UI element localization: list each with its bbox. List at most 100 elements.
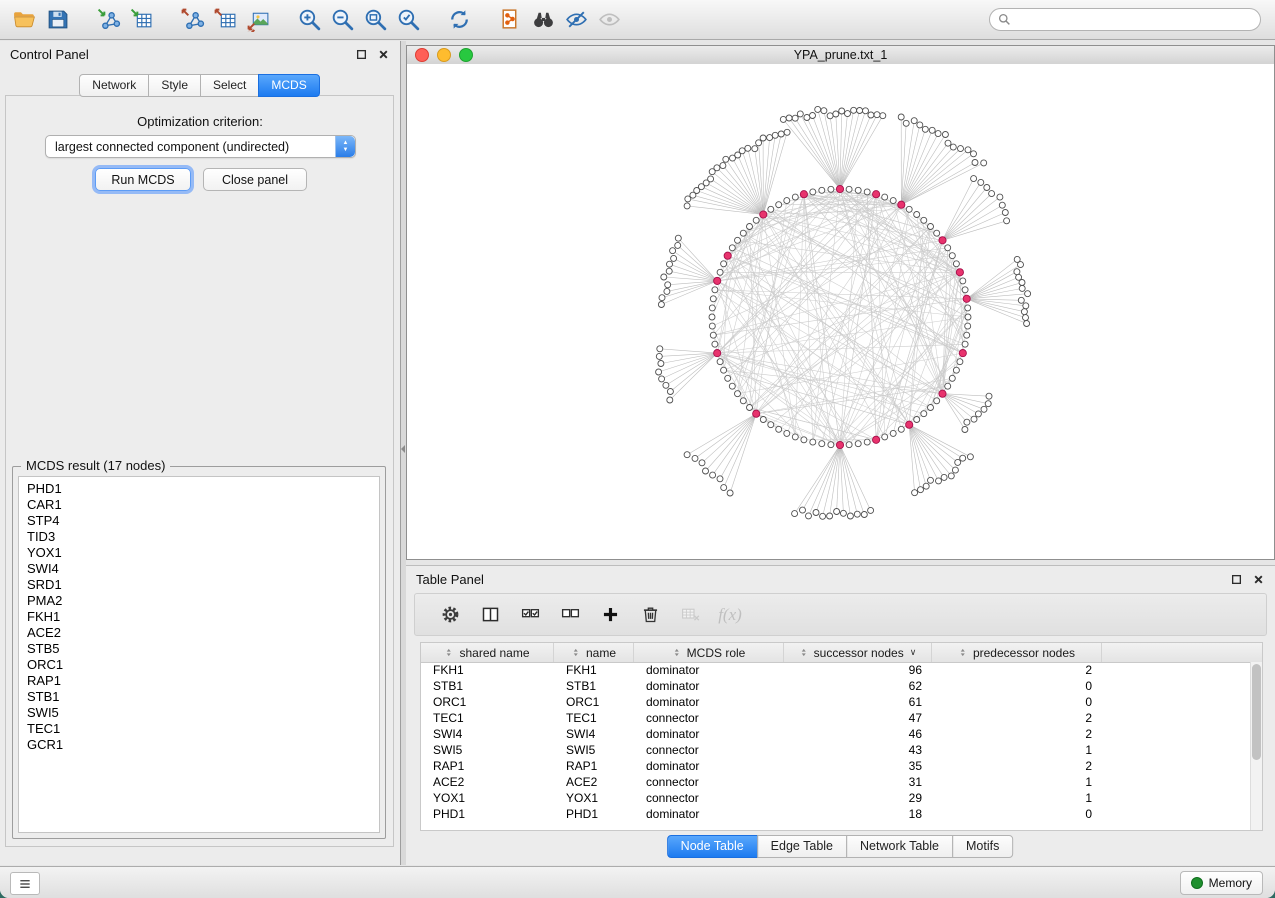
mcds-result-list[interactable]: PHD1CAR1STP4TID3YOX1SWI4SRD1PMA2FKH1ACE2… bbox=[18, 476, 380, 833]
floppy-icon bbox=[45, 7, 70, 32]
mcds-result-item[interactable]: ACE2 bbox=[27, 625, 379, 641]
mcds-result-item[interactable]: ORC1 bbox=[27, 657, 379, 673]
mcds-result-item[interactable]: FKH1 bbox=[27, 609, 379, 625]
export-table-button[interactable] bbox=[209, 4, 242, 35]
toolbar-group bbox=[92, 4, 158, 35]
cell: 1 bbox=[932, 743, 1102, 757]
mcds-result-item[interactable]: SWI4 bbox=[27, 561, 379, 577]
column-header-predecessor-nodes[interactable]: predecessor nodes bbox=[932, 643, 1102, 662]
toggle-annotations-button[interactable] bbox=[560, 4, 593, 35]
deselect-all-columns-button[interactable] bbox=[553, 598, 587, 632]
minimize-window-icon[interactable] bbox=[437, 48, 451, 62]
open-session-button[interactable] bbox=[8, 4, 41, 35]
mcds-result-item[interactable]: SWI5 bbox=[27, 705, 379, 721]
mcds-result-item[interactable]: GCR1 bbox=[27, 737, 379, 753]
cell: 35 bbox=[784, 759, 932, 773]
tab-edge-table[interactable]: Edge Table bbox=[757, 835, 847, 858]
float-table-panel-icon[interactable] bbox=[1229, 572, 1243, 586]
column-header-successor-nodes[interactable]: successor nodes∨ bbox=[784, 643, 932, 662]
zoom-out-icon bbox=[330, 7, 355, 32]
network-from-selection-button[interactable] bbox=[494, 4, 527, 35]
save-session-button[interactable] bbox=[41, 4, 74, 35]
toolbar-group bbox=[494, 4, 626, 35]
table-scrollbar[interactable] bbox=[1250, 662, 1262, 830]
table-row[interactable]: TEC1TEC1connector472 bbox=[421, 710, 1251, 726]
close-panel-icon[interactable] bbox=[376, 47, 390, 61]
table-row[interactable]: YOX1YOX1connector291 bbox=[421, 790, 1251, 806]
close-panel-button[interactable]: Close panel bbox=[203, 168, 307, 191]
network-canvas[interactable] bbox=[407, 64, 1274, 559]
table-settings-button[interactable] bbox=[433, 598, 467, 632]
function-builder-button[interactable]: f(x) bbox=[713, 598, 747, 632]
tab-motifs[interactable]: Motifs bbox=[952, 835, 1013, 858]
show-graphics-details-button[interactable] bbox=[593, 4, 626, 35]
tab-network[interactable]: Network bbox=[79, 74, 149, 97]
control-panel-header: Control Panel bbox=[0, 41, 400, 67]
mcds-result-item[interactable]: PMA2 bbox=[27, 593, 379, 609]
mcds-result-item[interactable]: STB1 bbox=[27, 689, 379, 705]
select-all-columns-button[interactable] bbox=[513, 598, 547, 632]
mcds-result-item[interactable]: SRD1 bbox=[27, 577, 379, 593]
cell: FKH1 bbox=[554, 663, 634, 677]
zoom-selected-button[interactable] bbox=[392, 4, 425, 35]
table-row[interactable]: SWI5SWI5connector431 bbox=[421, 742, 1251, 758]
table-row[interactable]: STB1STB1dominator620 bbox=[421, 678, 1251, 694]
status-menu-button[interactable] bbox=[10, 872, 40, 895]
float-panel-icon[interactable] bbox=[354, 47, 368, 61]
scrollbar-thumb[interactable] bbox=[1252, 664, 1261, 760]
fx-icon: f(x) bbox=[718, 605, 742, 625]
optimization-criterion-dropdown[interactable]: largest connected component (undirected)… bbox=[45, 135, 356, 158]
plus-icon bbox=[600, 604, 621, 625]
column-header-shared-name[interactable]: shared name bbox=[421, 643, 554, 662]
table-row[interactable]: FKH1FKH1dominator962 bbox=[421, 662, 1251, 678]
zoom-out-button[interactable] bbox=[326, 4, 359, 35]
mcds-result-item[interactable]: TEC1 bbox=[27, 721, 379, 737]
control-panel-title: Control Panel bbox=[10, 47, 89, 62]
search-input[interactable] bbox=[1016, 12, 1252, 28]
network-window-titlebar[interactable]: YPA_prune.txt_1 bbox=[407, 46, 1274, 65]
cell: FKH1 bbox=[421, 663, 554, 677]
tab-network-table[interactable]: Network Table bbox=[846, 835, 953, 858]
table-row[interactable]: RAP1RAP1dominator352 bbox=[421, 758, 1251, 774]
close-table-panel-icon[interactable] bbox=[1251, 572, 1265, 586]
mcds-result-item[interactable]: RAP1 bbox=[27, 673, 379, 689]
tab-node-table[interactable]: Node Table bbox=[667, 835, 758, 858]
maximize-window-icon[interactable] bbox=[459, 48, 473, 62]
export-network-button[interactable] bbox=[176, 4, 209, 35]
tab-style[interactable]: Style bbox=[148, 74, 201, 97]
mcds-result-item[interactable]: STB5 bbox=[27, 641, 379, 657]
run-mcds-button[interactable]: Run MCDS bbox=[95, 168, 191, 191]
find-button[interactable] bbox=[527, 4, 560, 35]
table-row[interactable]: PHD1PHD1dominator180 bbox=[421, 806, 1251, 822]
mcds-result-item[interactable]: PHD1 bbox=[27, 481, 379, 497]
mcds-result-item[interactable]: STP4 bbox=[27, 513, 379, 529]
table-row[interactable]: ORC1ORC1dominator610 bbox=[421, 694, 1251, 710]
delete-table-button[interactable] bbox=[673, 598, 707, 632]
cell: connector bbox=[634, 791, 784, 805]
mcds-result-item[interactable]: CAR1 bbox=[27, 497, 379, 513]
network-graph[interactable] bbox=[407, 64, 1274, 559]
memory-button[interactable]: Memory bbox=[1180, 871, 1263, 895]
column-header-name[interactable]: name bbox=[554, 643, 634, 662]
close-window-icon[interactable] bbox=[415, 48, 429, 62]
search-box[interactable] bbox=[989, 8, 1261, 31]
sort-icon bbox=[672, 647, 683, 658]
delete-columns-button[interactable] bbox=[633, 598, 667, 632]
import-network-button[interactable] bbox=[92, 4, 125, 35]
table-row[interactable]: ACE2ACE2connector311 bbox=[421, 774, 1251, 790]
zoom-fit-button[interactable] bbox=[359, 4, 392, 35]
splitter-collapse-icon[interactable] bbox=[401, 445, 405, 453]
zoom-in-button[interactable] bbox=[293, 4, 326, 35]
export-image-button[interactable] bbox=[242, 4, 275, 35]
table-row[interactable]: SWI4SWI4dominator462 bbox=[421, 726, 1251, 742]
column-header-MCDS-role[interactable]: MCDS role bbox=[634, 643, 784, 662]
show-columns-button[interactable] bbox=[473, 598, 507, 632]
mcds-result-item[interactable]: TID3 bbox=[27, 529, 379, 545]
tab-mcds[interactable]: MCDS bbox=[258, 74, 319, 97]
mcds-result-item[interactable]: YOX1 bbox=[27, 545, 379, 561]
import-table-button[interactable] bbox=[125, 4, 158, 35]
refresh-view-button[interactable] bbox=[443, 4, 476, 35]
refresh-icon bbox=[447, 7, 472, 32]
create-column-button[interactable] bbox=[593, 598, 627, 632]
tab-select[interactable]: Select bbox=[200, 74, 259, 97]
